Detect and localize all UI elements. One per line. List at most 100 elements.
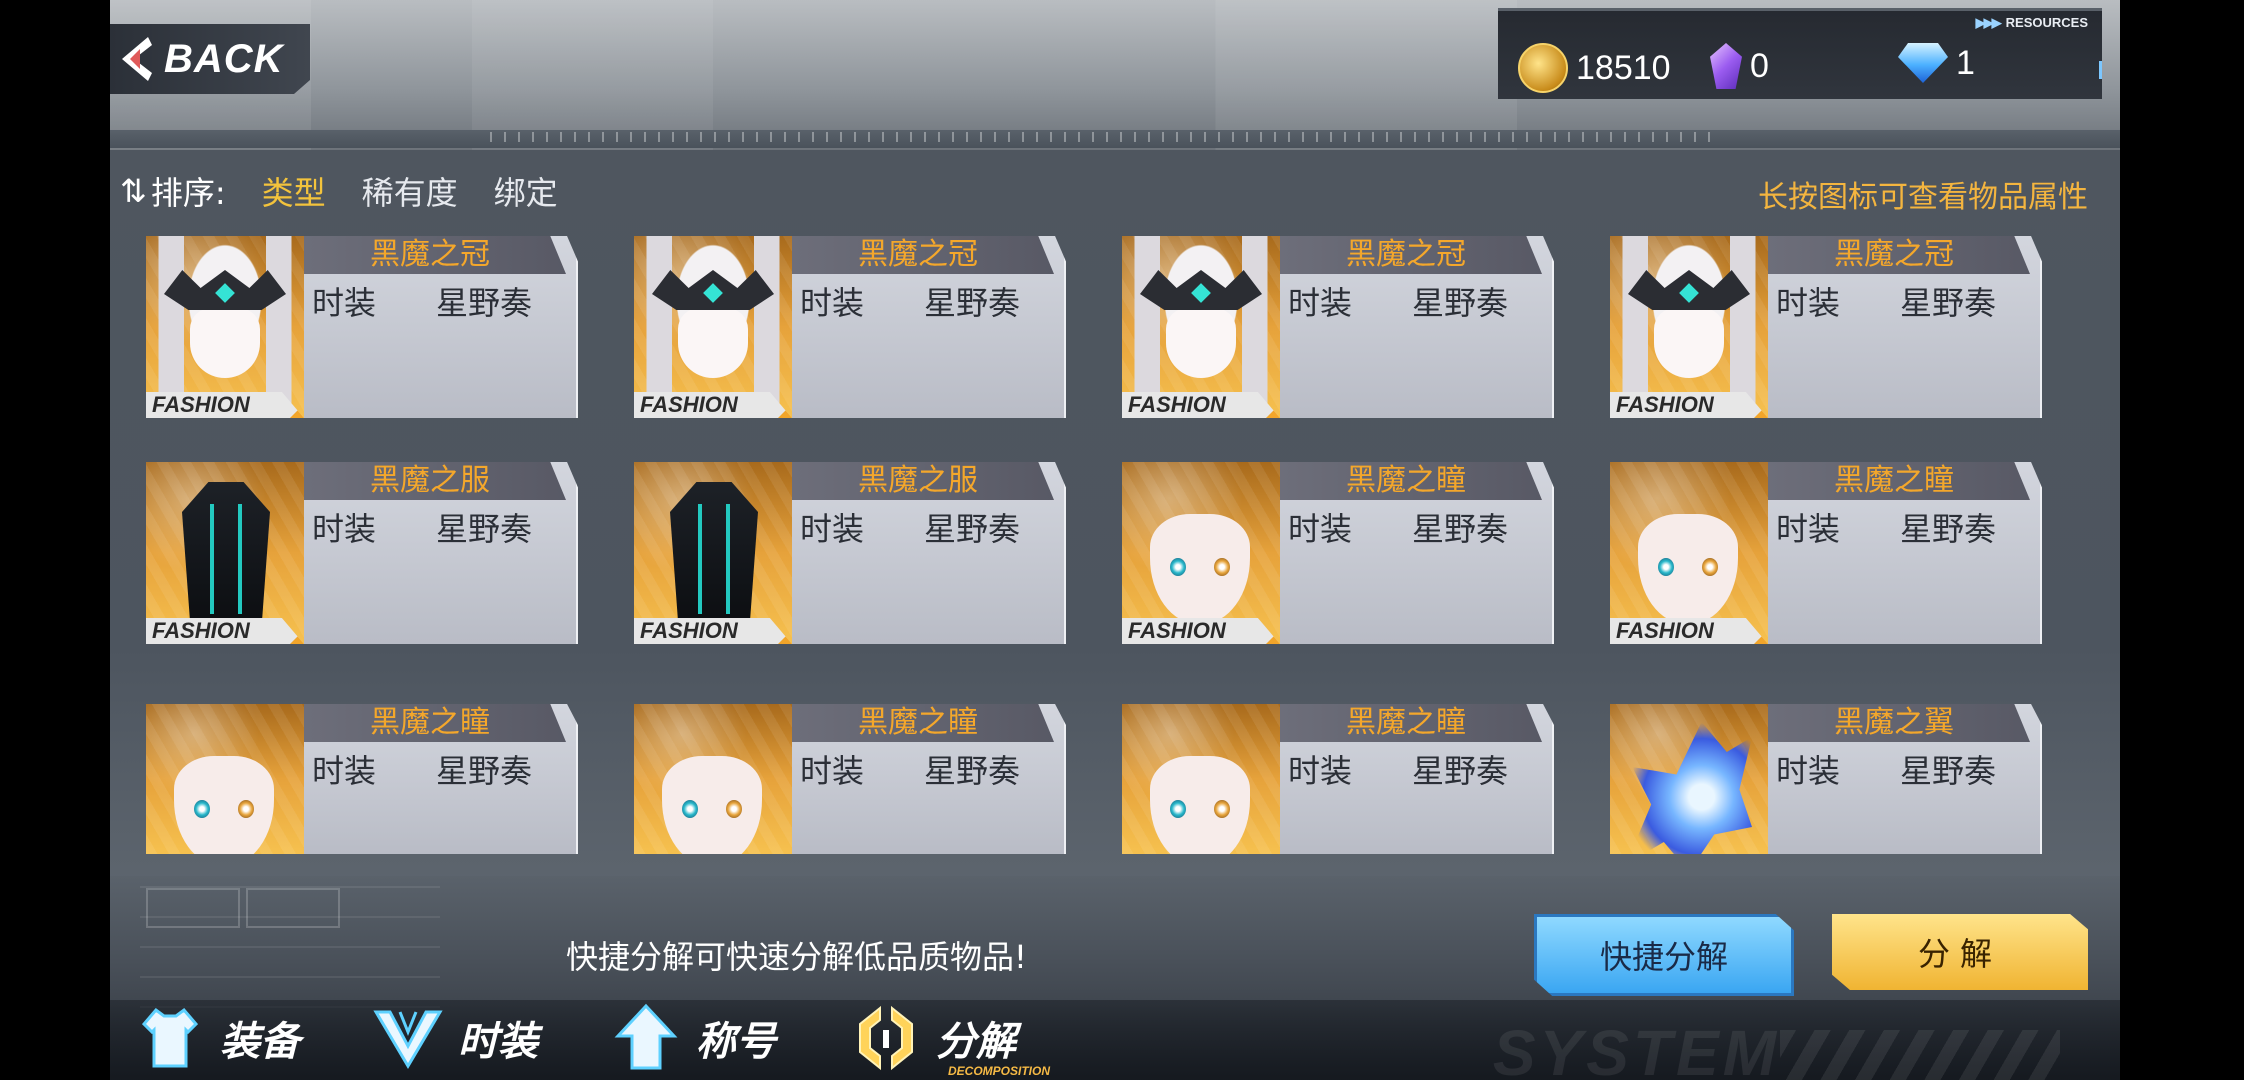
item-card[interactable]: 黑魔之冠 时装 星野奏 FASHION: [1122, 236, 1554, 418]
decor-stripes: [1780, 1030, 2060, 1080]
item-card[interactable]: 黑魔之瞳 时装 星野奏 FASHION: [1122, 462, 1554, 644]
item-type: 时装: [1776, 510, 1841, 548]
gold-coin-icon: [1518, 43, 1568, 93]
face-eyes-icon: [1610, 462, 1768, 644]
back-arrow-icon: [122, 37, 152, 81]
fashion-tag: FASHION: [1122, 392, 1280, 418]
sort-option-rarity[interactable]: 稀有度: [362, 168, 458, 214]
face-eyes-icon: [634, 704, 792, 854]
resources-tag: ▶▶▶ RESOURCES: [1975, 15, 2088, 30]
item-type: 时装: [312, 752, 377, 790]
item-owner: 星野奏: [436, 510, 533, 548]
decompose-hint: 快捷分解可快速分解低品质物品!: [566, 938, 1027, 976]
resources-panel: ▶▶▶ RESOURCES 18510 0 1: [1498, 8, 2102, 99]
item-name: 黑魔之服: [792, 462, 1054, 500]
blue-diamond-icon: [1898, 43, 1948, 83]
sort-option-bound[interactable]: 绑定: [494, 168, 558, 214]
nav-equipment[interactable]: 装备: [134, 1002, 300, 1074]
item-owner: 星野奏: [1900, 752, 1997, 790]
item-name: 黑魔之服: [304, 462, 566, 500]
item-type: 时装: [800, 752, 865, 790]
item-name: 黑魔之冠: [1768, 236, 2030, 274]
item-card[interactable]: 黑魔之瞳 时装 星野奏: [146, 704, 578, 854]
blue-wing-icon: [1610, 704, 1768, 854]
ruler-ticks: [490, 132, 1720, 142]
item-owner: 星野奏: [1412, 510, 1509, 548]
item-owner: 星野奏: [924, 510, 1021, 548]
item-type: 时装: [800, 284, 865, 322]
item-card[interactable]: 黑魔之瞳 时装 星野奏: [1122, 704, 1554, 854]
fashion-tag: FASHION: [634, 392, 792, 418]
decompose-label: 分解: [1917, 935, 2002, 973]
nav-title[interactable]: 称号: [610, 1002, 776, 1074]
face-eyes-icon: [1122, 462, 1280, 644]
fashion-tag: FASHION: [1610, 618, 1768, 644]
equipment-shirt-icon: [141, 1007, 199, 1068]
sort-label: 排序:: [150, 174, 226, 212]
inventory-screen: BACK ▶▶▶ RESOURCES 18510 0 1 ⇅ 排序: 类型 稀有度…: [110, 0, 2120, 1080]
crown-headpiece-icon: [634, 236, 792, 418]
item-owner: 星野奏: [924, 752, 1021, 790]
sort-arrows-icon: ⇅: [120, 172, 147, 210]
quick-decompose-label: 快捷分解: [1599, 938, 1728, 976]
long-press-hint: 长按图标可查看物品属性: [1758, 180, 2088, 215]
item-card[interactable]: 黑魔之冠 时装 星野奏 FASHION: [1610, 236, 2042, 418]
item-name: 黑魔之冠: [304, 236, 566, 274]
item-type: 时装: [1776, 752, 1841, 790]
item-type: 时装: [800, 510, 865, 548]
nav-decompose[interactable]: 分解 DECOMPOSITION: [850, 1002, 1050, 1078]
item-card[interactable]: 黑魔之冠 时装 星野奏 FASHION: [634, 236, 1066, 418]
fashion-v-icon: [373, 1010, 443, 1069]
item-type: 时装: [1288, 510, 1353, 548]
item-type: 时装: [312, 284, 377, 322]
decor-box: [246, 888, 340, 928]
item-card[interactable]: 黑魔之服 时装 星野奏 FASHION: [634, 462, 1066, 644]
item-name: 黑魔之瞳: [792, 704, 1054, 742]
crown-headpiece-icon: [146, 236, 304, 418]
fashion-tag: FASHION: [1610, 392, 1768, 418]
item-name: 黑魔之瞳: [1768, 462, 2030, 500]
diamond-value: 1: [1956, 43, 1975, 82]
face-eyes-icon: [1122, 704, 1280, 854]
nav-label: 称号: [696, 1019, 776, 1065]
decompose-button[interactable]: 分解: [1832, 914, 2088, 990]
item-owner: 星野奏: [1412, 752, 1509, 790]
face-eyes-icon: [146, 704, 304, 854]
item-owner: 星野奏: [436, 752, 533, 790]
item-owner: 星野奏: [1900, 510, 1997, 548]
nav-sublabel: DECOMPOSITION: [948, 1064, 1051, 1078]
purple-crystal-icon: [1710, 43, 1742, 89]
item-grid: 黑魔之冠 时装 星野奏 FASHION 黑魔之冠 时装 星野奏 FASHION …: [146, 236, 2066, 866]
resources-accent: [2099, 61, 2102, 79]
diamond-resource: 1: [1898, 43, 1975, 83]
item-card[interactable]: 黑魔之翼 时装 星野奏: [1610, 704, 2042, 854]
fashion-tag: FASHION: [1122, 618, 1280, 644]
crown-headpiece-icon: [1122, 236, 1280, 418]
item-type: 时装: [312, 510, 377, 548]
fashion-tag: FASHION: [146, 392, 304, 418]
system-watermark: SYSTEM: [1492, 1017, 1780, 1080]
dark-armor-icon: [634, 462, 792, 644]
crystal-value: 0: [1750, 46, 1769, 85]
nav-label: 分解: [936, 1019, 1016, 1065]
nav-fashion[interactable]: 时装: [372, 1002, 538, 1074]
decompose-icon: [859, 1005, 913, 1071]
fashion-tag: FASHION: [146, 618, 304, 644]
item-name: 黑魔之冠: [792, 236, 1054, 274]
back-label: BACK: [164, 36, 284, 81]
gold-value: 18510: [1576, 48, 1671, 87]
back-button[interactable]: BACK: [110, 24, 310, 94]
item-card[interactable]: 黑魔之瞳 时装 星野奏 FASHION: [1610, 462, 2042, 644]
item-name: 黑魔之冠: [1280, 236, 1542, 274]
item-owner: 星野奏: [1900, 284, 1997, 322]
title-arrow-icon: [614, 1003, 678, 1070]
item-card[interactable]: 黑魔之服 时装 星野奏 FASHION: [146, 462, 578, 644]
dark-armor-icon: [146, 462, 304, 644]
quick-decompose-button[interactable]: 快捷分解: [1534, 914, 1794, 996]
item-card[interactable]: 黑魔之瞳 时装 星野奏: [634, 704, 1066, 854]
item-name: 黑魔之翼: [1768, 704, 2030, 742]
sort-option-type[interactable]: 类型: [247, 160, 340, 222]
nav-label: 装备: [220, 1019, 300, 1065]
crown-headpiece-icon: [1610, 236, 1768, 418]
item-card[interactable]: 黑魔之冠 时装 星野奏 FASHION: [146, 236, 578, 418]
